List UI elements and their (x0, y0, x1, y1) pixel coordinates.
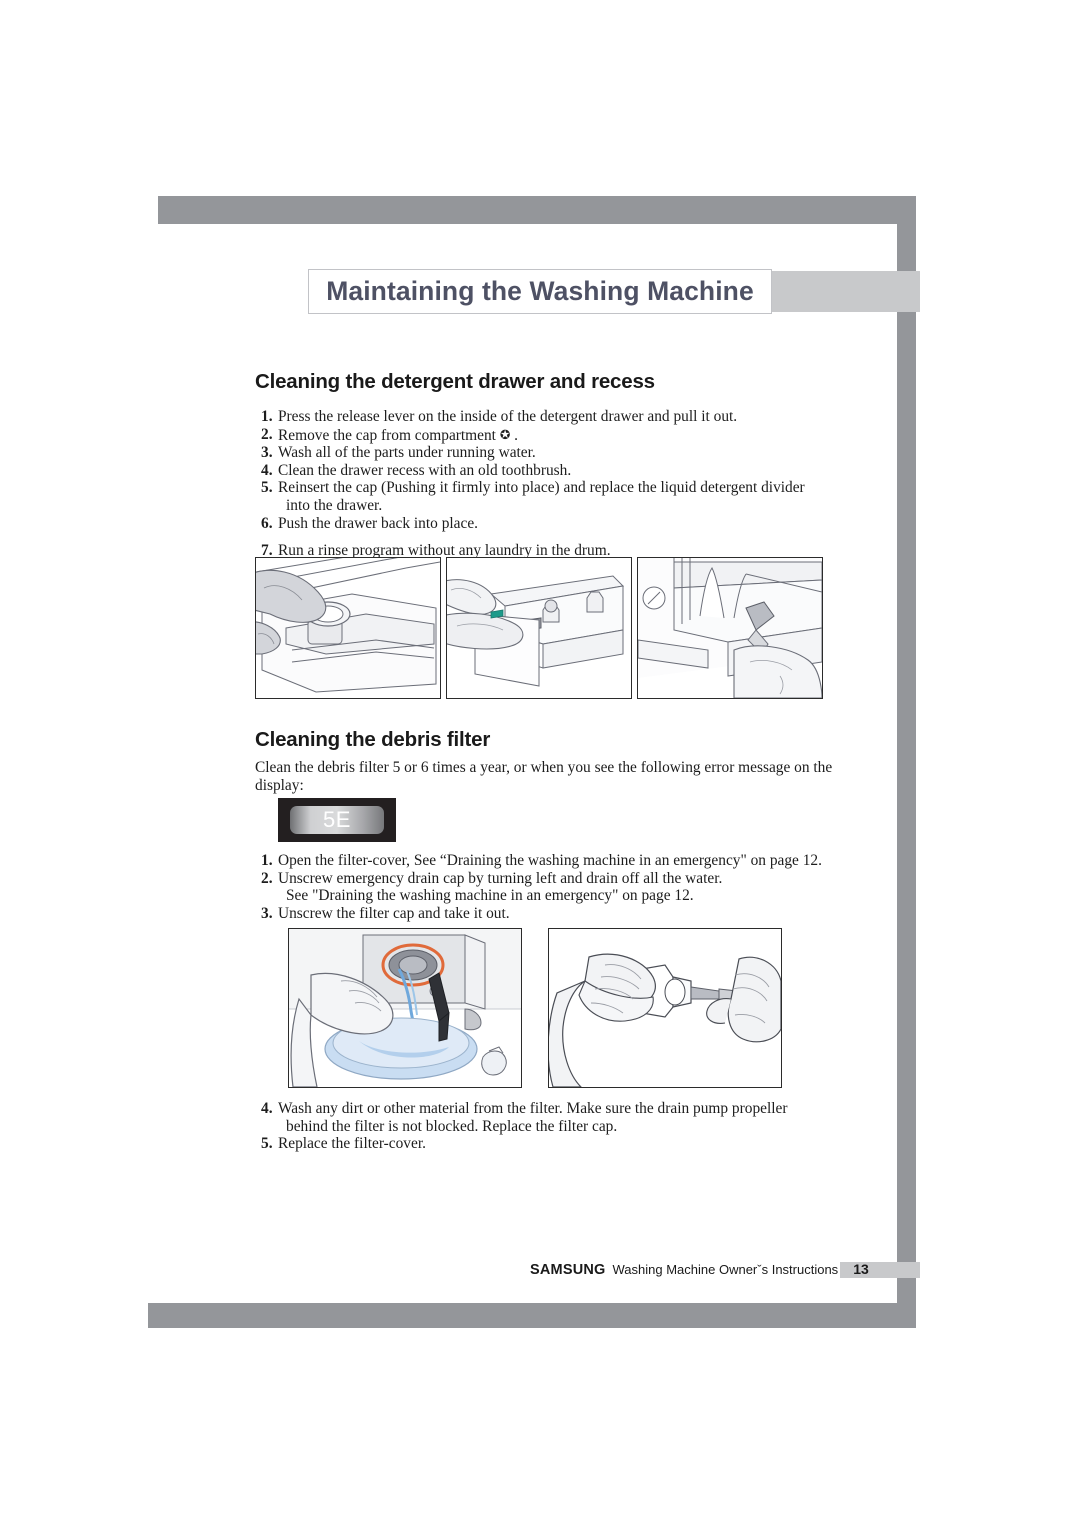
step-text-continuation: into the drawer. (286, 496, 383, 514)
list-item: 3. Unscrew the filter cap and take it ou… (255, 905, 845, 923)
content-column-section-2-steps-after: 4. Wash any dirt or other material from … (255, 1100, 845, 1153)
frame-bottom-bar (148, 1303, 916, 1328)
footer-page-number: 13 (853, 1261, 869, 1277)
steps-list-debris-filter-after: 4. Wash any dirt or other material from … (255, 1100, 845, 1153)
unscrew-filter-cap-illustration (549, 929, 781, 1087)
frame-top-bar (148, 196, 916, 224)
list-item: 5. Replace the filter-cover. (255, 1135, 845, 1153)
step-number: 2. (261, 425, 273, 443)
press-release-lever-illustration (256, 558, 440, 698)
list-item: 3. Wash all of the parts under running w… (255, 444, 835, 462)
error-code-display: 5E (278, 798, 396, 842)
list-item: 1. Press the release lever on the inside… (255, 408, 835, 426)
step-text: Wash any dirt or other material from the… (278, 1100, 788, 1117)
list-item: 1. Open the filter-cover, See “Draining … (255, 852, 845, 870)
step-number: 5. (261, 479, 273, 497)
debris-filter-intro: Clean the debris filter 5 or 6 times a y… (255, 759, 833, 794)
page-title: Maintaining the Washing Machine (326, 276, 754, 306)
step-text: Replace the filter-cover. (278, 1135, 426, 1153)
step-text: Clean the drawer recess with an old toot… (278, 461, 572, 479)
page-title-plate: Maintaining the Washing Machine (308, 269, 772, 314)
steps-list-detergent-drawer: 1. Press the release lever on the inside… (255, 408, 835, 560)
step-number: 1. (261, 852, 273, 869)
drain-water-bowl-illustration (289, 929, 521, 1087)
section-heading-detergent-drawer: Cleaning the detergent drawer and recess (255, 370, 655, 393)
step-text-continuation: behind the filter is not blocked. Replac… (286, 1117, 618, 1135)
step-number: 5. (261, 1135, 273, 1153)
remove-drawer-figure (446, 557, 632, 699)
unscrew-filter-cap-figure (548, 928, 782, 1088)
error-code-text: 5E (323, 807, 351, 832)
toothbrush-recess-illustration (638, 558, 822, 698)
step-text: Unscrew emergency drain cap by turning l… (278, 869, 723, 887)
drain-water-bowl-figure (288, 928, 522, 1088)
step-number: 4. (261, 461, 273, 479)
step-text: Push the drawer back into place. (278, 514, 479, 532)
steps-list-debris-filter: 1. Open the filter-cover, See “Draining … (255, 852, 845, 922)
footer-document-title: Washing Machine Ownerˇs Instructions (612, 1262, 839, 1277)
frame-top-bar-notch (148, 196, 158, 224)
step-number: 3. (261, 904, 273, 922)
list-item: 6. Push the drawer back into place. (255, 515, 835, 533)
press-release-lever-figure (255, 557, 441, 699)
list-item: 4. Wash any dirt or other material from … (255, 1100, 845, 1135)
step-text: Unscrew the filter cap and take it out. (278, 904, 510, 922)
step-text-suffix: . (514, 426, 519, 444)
toothbrush-recess-figure (637, 557, 823, 699)
step-text: Press the release lever on the inside of… (278, 408, 738, 425)
section-heading-debris-filter: Cleaning the debris filter (255, 728, 491, 751)
list-item: 2. Unscrew emergency drain cap by turnin… (255, 870, 845, 905)
step-number: 2. (261, 869, 273, 887)
content-column-section-2-steps: 1. Open the filter-cover, See “Draining … (255, 852, 845, 922)
footer-brand: SAMSUNG (530, 1262, 606, 1278)
list-item: 2. Remove the cap from compartment ✪ . (255, 426, 835, 445)
step-number: 6. (261, 514, 273, 532)
page-footer: SAMSUNG Washing Machine Ownerˇs Instruct… (530, 1261, 869, 1278)
content-column: Cleaning the detergent drawer and recess… (255, 370, 835, 560)
lcd-panel: 5E (290, 806, 384, 834)
step-text: Wash all of the parts under running wate… (278, 444, 536, 462)
list-item: 5. Reinsert the cap (Pushing it firmly i… (255, 479, 835, 514)
step-text: Open the filter-cover, See “Draining the… (278, 852, 822, 869)
list-item: 4. Clean the drawer recess with an old t… (255, 462, 835, 480)
frame-right-bar (897, 196, 916, 1310)
step-number: 1. (261, 408, 273, 425)
step-number: 3. (261, 444, 273, 462)
content-column-section-2: Cleaning the debris filter Clean the deb… (255, 728, 835, 794)
step-text: Remove the cap from compartment (278, 426, 496, 444)
step-number: 4. (261, 1100, 273, 1117)
compartment-symbol-icon: ✪ (499, 426, 511, 442)
step-text: Reinsert the cap (Pushing it firmly into… (278, 479, 805, 497)
remove-drawer-illustration (447, 558, 631, 698)
title-tab-accent (768, 271, 920, 312)
step-text-continuation: See "Draining the washing machine in an … (286, 887, 694, 905)
